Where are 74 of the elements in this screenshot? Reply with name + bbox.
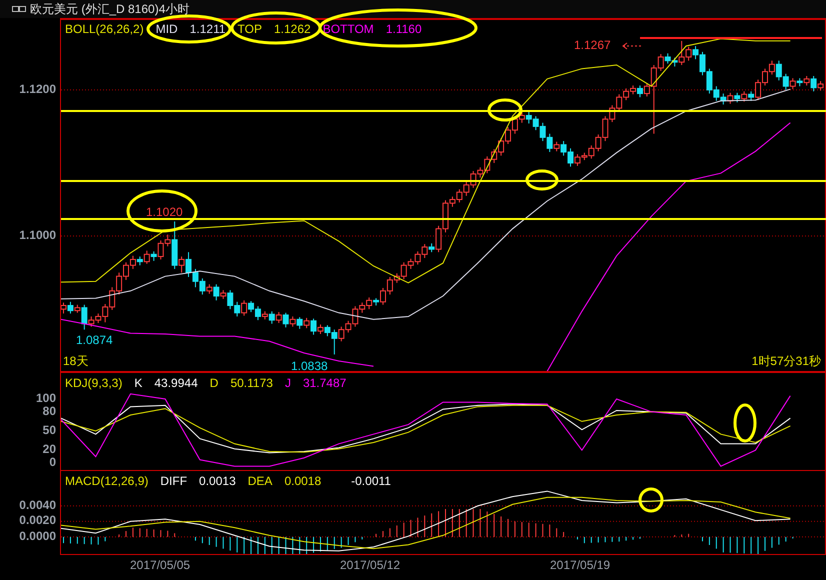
axis-label: 0.0020 <box>19 513 56 528</box>
indicator-label: D <box>210 376 218 390</box>
indicator-label: K <box>134 376 142 390</box>
date-label: 2017/05/05 <box>130 558 190 572</box>
candlestick <box>741 90 748 102</box>
axis-label: 100 <box>36 390 56 405</box>
axis-label: 1.1200 <box>19 82 56 96</box>
indicator-label: DIFF <box>160 474 188 488</box>
indicator-label: DEA <box>248 474 272 488</box>
indicator-name: BOLL(26,26,2) <box>65 22 144 36</box>
price-label: 1.0874 <box>76 333 113 347</box>
candlestick <box>644 82 650 97</box>
highlight-ellipse <box>126 190 198 232</box>
indicator-value: 0.0018 <box>284 474 322 488</box>
candlestick <box>150 250 157 262</box>
indicator-name: MACD(12,26,9) <box>65 474 148 488</box>
axis-label: 0 <box>49 455 56 470</box>
indicator-label: J <box>284 376 291 390</box>
candlestick <box>67 301 74 314</box>
indicator-value: -0.0011 <box>351 474 391 488</box>
axis-label: 1.1000 <box>19 228 56 242</box>
candlestick <box>81 304 88 330</box>
indicator-label: TOP <box>238 22 262 36</box>
candlestick <box>282 312 289 328</box>
candlestick <box>734 92 740 103</box>
highlight-ellipse <box>488 98 522 122</box>
axis-label: 0.0000 <box>19 528 56 543</box>
price-label: 1.1267 <box>574 38 611 52</box>
candlestick <box>804 76 810 86</box>
countdown-label: 1时57分31秒 <box>752 353 821 370</box>
candlestick <box>810 76 817 92</box>
axis-label: 80 <box>42 404 56 418</box>
candlestick <box>296 316 303 330</box>
highlight-ellipse <box>526 170 558 190</box>
axis-label: 50 <box>42 423 56 437</box>
period-label: 18天 <box>63 353 88 370</box>
indicator-value: 50.1173 <box>230 376 273 390</box>
candlestick <box>310 318 317 336</box>
candlestick <box>268 310 275 324</box>
highlight-ellipse <box>638 488 664 512</box>
candlestick <box>241 300 248 316</box>
indicator-value: 1.1211 <box>190 22 226 36</box>
window-title: 欧元美元 (外汇_D 8160)4小时 <box>30 0 190 18</box>
candlestick <box>61 302 66 314</box>
candlestick <box>213 284 220 301</box>
axis-label: 20 <box>42 442 56 456</box>
candlestick <box>317 324 324 334</box>
candlestick <box>178 256 185 274</box>
candlestick <box>790 78 796 90</box>
price-label: 1.1020 <box>146 205 183 219</box>
axis-label: 0.0040 <box>19 498 56 512</box>
candlestick <box>206 284 212 294</box>
indicator-name: KDJ(9,3,3) <box>65 376 122 390</box>
arrow-icon <box>622 42 642 50</box>
indicator-label: BOTTOM <box>322 22 374 36</box>
highlight-ellipse <box>734 404 756 442</box>
indicator-value: 43.9944 <box>154 376 198 390</box>
indicator-label: MID <box>156 22 178 36</box>
candlestick <box>144 250 150 264</box>
link-icon <box>12 5 26 13</box>
candlestick <box>554 141 560 152</box>
candlestick <box>290 316 296 328</box>
indicator-value: 1.1160 <box>386 22 422 36</box>
candlestick <box>186 252 192 278</box>
indicator-value: 0.0013 <box>199 474 236 488</box>
indicator-value: 31.7487 <box>302 376 346 390</box>
price-label: 1.0838 <box>291 359 328 373</box>
candlestick <box>304 317 310 329</box>
candlestick <box>748 90 754 102</box>
date-label: 2017/05/12 <box>340 558 400 572</box>
candlestick <box>276 312 282 324</box>
date-label: 2017/05/19 <box>550 558 610 572</box>
indicator-value: 1.1262 <box>274 22 311 36</box>
candlestick <box>636 85 643 98</box>
